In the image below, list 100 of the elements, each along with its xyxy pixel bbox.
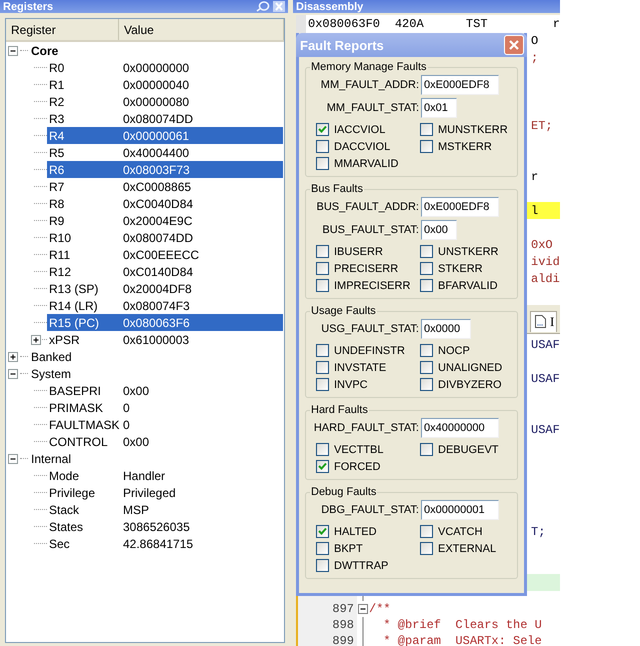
checkbox[interactable] bbox=[316, 378, 329, 391]
tree-row[interactable]: xPSR 0x61000003 bbox=[47, 331, 283, 348]
close-button[interactable] bbox=[504, 35, 524, 55]
code-text: l bbox=[531, 204, 538, 218]
register-value: 0x080074DD bbox=[122, 230, 194, 244]
tree-row[interactable]: Stack MSP bbox=[47, 501, 283, 518]
tree-row[interactable]: PRIMASK 0 bbox=[47, 399, 283, 416]
value-field[interactable]: 0xE000EDF8 bbox=[421, 197, 499, 217]
value-field[interactable]: 0x0000 bbox=[421, 319, 471, 339]
checkbox[interactable] bbox=[420, 245, 433, 258]
tree-row[interactable]: R15 (PC) 0x080063F6 bbox=[47, 314, 283, 331]
tree-row[interactable]: Internal bbox=[29, 450, 283, 467]
checkbox-label: IMPRECISERR bbox=[334, 280, 410, 292]
tree-row[interactable]: BASEPRI 0x00 bbox=[47, 382, 283, 399]
checkbox[interactable] bbox=[316, 262, 329, 275]
checkbox[interactable] bbox=[420, 525, 433, 538]
tree-row[interactable]: R8 0xC0040D84 bbox=[47, 195, 283, 212]
collapse-icon[interactable] bbox=[8, 46, 18, 56]
checkbox-label: IACCVIOL bbox=[334, 124, 386, 136]
checkbox[interactable] bbox=[420, 361, 433, 374]
checkbox[interactable] bbox=[316, 443, 329, 456]
checkbox[interactable] bbox=[420, 279, 433, 292]
checkbox[interactable] bbox=[420, 140, 433, 153]
checkbox[interactable] bbox=[316, 279, 329, 292]
column-header[interactable]: Register bbox=[6, 19, 119, 40]
tree-row[interactable]: R7 0xC0008865 bbox=[47, 178, 283, 195]
value-field[interactable]: 0xE000EDF8 bbox=[421, 75, 499, 95]
column-header[interactable]: Value bbox=[119, 19, 284, 40]
tree-row[interactable]: R6 0x08003F73 bbox=[47, 161, 283, 178]
value-field[interactable]: 0x40000000 bbox=[421, 418, 499, 438]
tree-row[interactable]: R1 0x00000040 bbox=[47, 76, 283, 93]
tree-row[interactable]: R3 0x080074DD bbox=[47, 110, 283, 127]
register-name: BASEPRI bbox=[48, 384, 102, 398]
register-name: Banked bbox=[30, 350, 73, 364]
checkbox[interactable] bbox=[316, 344, 329, 357]
field-label: MM_FAULT_ADDR: bbox=[320, 79, 420, 91]
checkbox-label: INVPC bbox=[334, 378, 368, 390]
value-field[interactable]: 0x01 bbox=[421, 98, 457, 118]
group-title: Bus Faults bbox=[310, 183, 364, 195]
checkbox-label: FORCED bbox=[334, 460, 380, 472]
tree-row[interactable]: R12 0xC0140D84 bbox=[47, 263, 283, 280]
checkbox[interactable] bbox=[316, 460, 329, 473]
register-value: 0x00000040 bbox=[122, 78, 190, 92]
tree-row[interactable]: R14 (LR) 0x080074F3 bbox=[47, 297, 283, 314]
checkbox[interactable] bbox=[420, 443, 433, 456]
register-value: 3086526035 bbox=[122, 520, 190, 534]
field-label: USG_FAULT_STAT: bbox=[320, 323, 420, 335]
collapse-icon[interactable] bbox=[8, 454, 18, 464]
expand-icon[interactable] bbox=[8, 352, 18, 362]
register-name: R10 bbox=[48, 230, 72, 244]
register-name: R11 bbox=[48, 248, 72, 262]
register-name: Sec bbox=[48, 536, 71, 550]
file-tab[interactable]: I bbox=[530, 310, 558, 332]
collapse-icon[interactable] bbox=[8, 368, 18, 378]
checkbox[interactable] bbox=[420, 542, 433, 555]
fold-icon[interactable] bbox=[358, 604, 368, 614]
field-label: MM_FAULT_STAT: bbox=[326, 102, 420, 114]
value-field[interactable]: 0x00000001 bbox=[421, 500, 499, 520]
tree-row[interactable]: CONTROL 0x00 bbox=[47, 433, 283, 450]
checkbox[interactable] bbox=[316, 157, 329, 170]
tree-row[interactable]: R4 0x00000061 bbox=[47, 127, 283, 144]
register-value: 0 bbox=[122, 400, 130, 414]
dialog-title: Fault Reports bbox=[300, 38, 384, 52]
panel-title: Disassembly bbox=[296, 0, 364, 12]
checkbox-label: DACCVIOL bbox=[334, 140, 390, 152]
tree-row[interactable]: States 3086526035 bbox=[47, 518, 283, 535]
checkbox[interactable] bbox=[420, 123, 433, 136]
checkbox-label: EXTERNAL bbox=[438, 542, 496, 554]
tree-row[interactable]: R5 0x40004400 bbox=[47, 144, 283, 161]
tree-row[interactable]: R0 0x00000000 bbox=[47, 59, 283, 76]
register-value: 0x080063F6 bbox=[122, 316, 190, 330]
checkbox-label: STKERR bbox=[438, 262, 483, 274]
checkbox[interactable] bbox=[316, 245, 329, 258]
checkbox[interactable] bbox=[316, 525, 329, 538]
checkbox[interactable] bbox=[316, 559, 329, 572]
checkbox[interactable] bbox=[420, 378, 433, 391]
tree-row[interactable]: R13 (SP) 0x20004DF8 bbox=[47, 280, 283, 297]
register-value: 42.86841715 bbox=[122, 536, 194, 550]
tree-row[interactable]: R10 0x080074DD bbox=[47, 229, 283, 246]
register-name: Internal bbox=[30, 452, 72, 466]
checkbox[interactable] bbox=[316, 140, 329, 153]
tree-row[interactable]: R9 0x20004E9C bbox=[47, 212, 283, 229]
tree-row[interactable]: Privilege Privileged bbox=[47, 484, 283, 501]
tree-row[interactable]: Mode Handler bbox=[47, 467, 283, 484]
tree-row[interactable]: FAULTMASK 0 bbox=[47, 416, 283, 433]
expand-icon[interactable] bbox=[31, 334, 41, 344]
tree-row[interactable]: System bbox=[29, 365, 283, 382]
instruction-operand: r bbox=[552, 16, 560, 30]
checkbox[interactable] bbox=[316, 542, 329, 555]
checkbox[interactable] bbox=[316, 123, 329, 136]
tree-row[interactable]: R11 0xC00EEECC bbox=[47, 246, 283, 263]
tree-row[interactable]: Banked bbox=[29, 348, 283, 365]
tree-row[interactable]: R2 0x00000080 bbox=[47, 93, 283, 110]
tree-row[interactable]: Core bbox=[29, 42, 283, 59]
checkbox[interactable] bbox=[420, 262, 433, 275]
checkbox[interactable] bbox=[316, 361, 329, 374]
value-field[interactable]: 0x00 bbox=[421, 220, 457, 240]
field-label: BUS_FAULT_STAT: bbox=[321, 224, 420, 236]
checkbox[interactable] bbox=[420, 344, 433, 357]
tree-row[interactable]: Sec 42.86841715 bbox=[47, 535, 283, 552]
